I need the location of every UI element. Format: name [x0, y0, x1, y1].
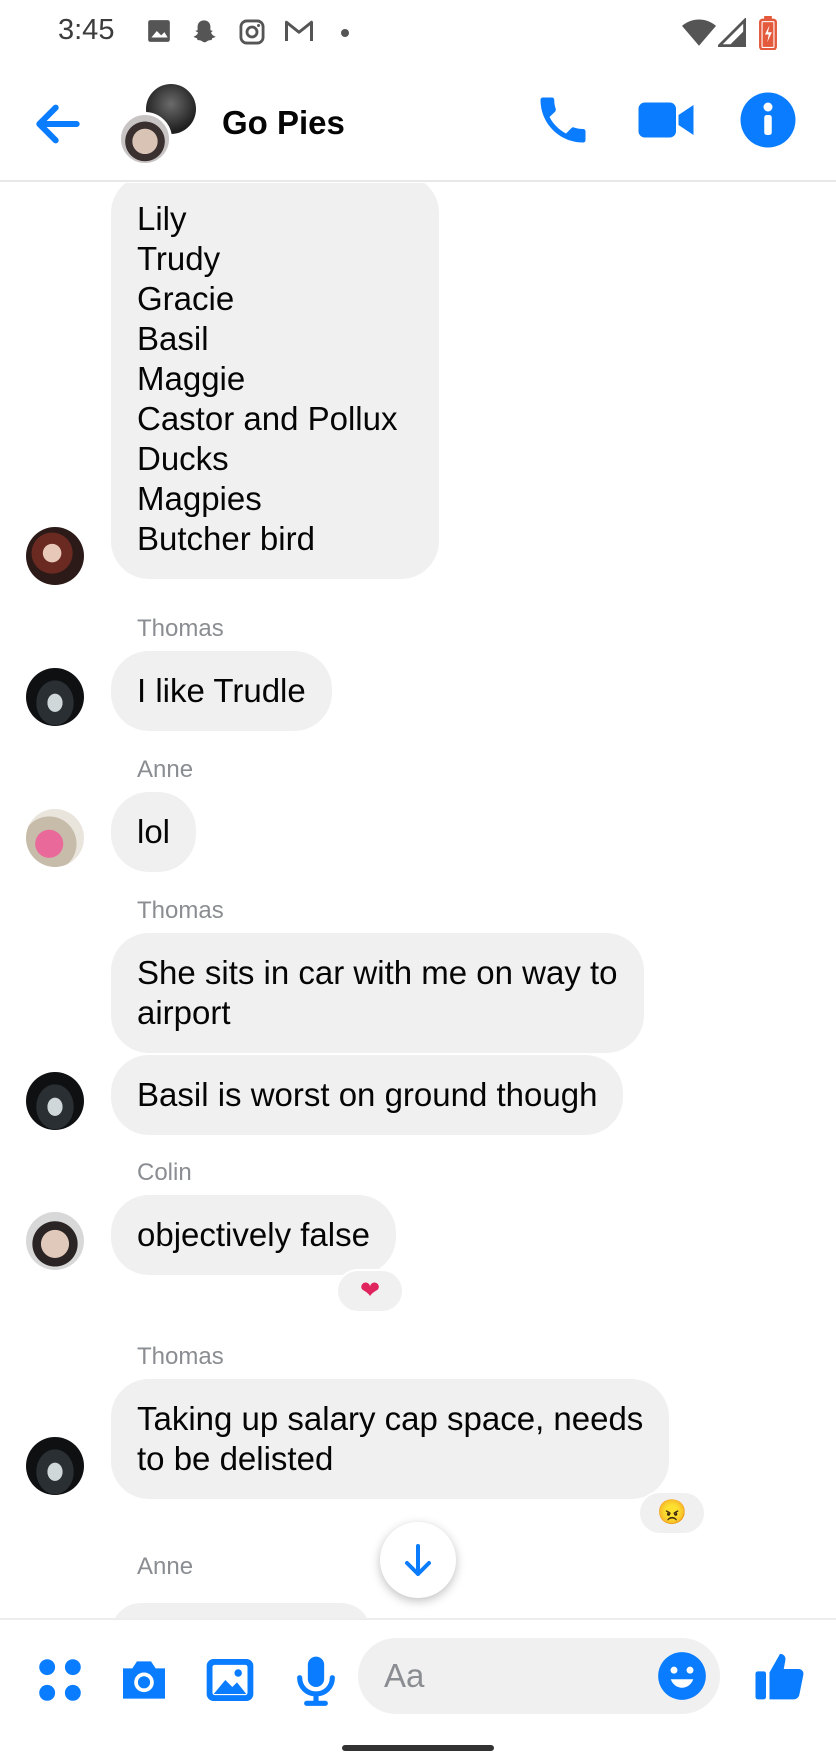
back-arrow-icon[interactable] — [30, 96, 86, 152]
arrow-down-icon — [405, 1544, 431, 1576]
gallery-icon[interactable] — [202, 1652, 258, 1708]
message-bubble[interactable]: lol — [111, 792, 197, 872]
status-time: 3:45 — [58, 14, 115, 46]
message-bubble[interactable] — [111, 1603, 371, 1619]
message-bubble[interactable]: Basil is worst on ground though — [111, 1055, 624, 1135]
cellular-icon — [718, 18, 746, 47]
camera-icon[interactable] — [116, 1652, 172, 1708]
message-bubble[interactable]: objectively false — [111, 1195, 396, 1275]
sender-avatar[interactable] — [26, 1437, 84, 1495]
info-icon[interactable] — [738, 90, 798, 150]
battery-icon — [759, 16, 777, 50]
sender-avatar[interactable] — [26, 1212, 84, 1270]
emoji-icon[interactable] — [656, 1650, 708, 1702]
conversation-header: Go Pies — [0, 68, 836, 182]
sender-name: Thomas — [137, 1343, 224, 1370]
wifi-icon — [682, 19, 716, 46]
snapchat-icon — [193, 20, 216, 43]
group-avatar[interactable] — [118, 84, 198, 166]
home-indicator[interactable] — [342, 1745, 494, 1751]
video-icon[interactable] — [636, 90, 696, 150]
sender-name: Anne — [137, 1553, 194, 1580]
microphone-icon[interactable] — [288, 1652, 344, 1708]
angry-reaction[interactable]: 😠 — [638, 1491, 706, 1535]
sender-avatar[interactable] — [26, 527, 84, 585]
scroll-to-bottom-button[interactable] — [380, 1522, 456, 1598]
chat-title[interactable]: Go Pies — [222, 104, 345, 142]
message-bubble[interactable]: Lily Trudy Gracie Basil Maggie Castor an… — [111, 183, 439, 579]
sender-name: Colin — [137, 1159, 192, 1186]
message-bubble[interactable]: I like Trudle — [111, 651, 332, 731]
sender-name: Thomas — [137, 615, 224, 642]
menu-dots-icon[interactable] — [32, 1652, 88, 1708]
sender-name: Thomas — [137, 897, 224, 924]
gmail-icon — [285, 20, 313, 41]
heart-reaction[interactable]: ❤ — [336, 1269, 404, 1313]
sender-avatar[interactable] — [26, 809, 84, 867]
group-avatar-front — [118, 112, 172, 166]
instagram-icon — [239, 19, 265, 45]
status-bar: 3:45 — [0, 0, 836, 68]
dot-icon — [341, 29, 349, 37]
sender-avatar[interactable] — [26, 1072, 84, 1130]
message-list[interactable]: Lily Trudy Gracie Basil Maggie Castor an… — [0, 183, 836, 1619]
phone-icon[interactable] — [533, 90, 593, 150]
message-bubble[interactable]: She sits in car with me on way to airpor… — [111, 933, 644, 1053]
image-icon — [148, 20, 170, 42]
sender-avatar[interactable] — [26, 668, 84, 726]
message-composer — [0, 1618, 836, 1764]
message-bubble[interactable]: Taking up salary cap space, needs to be … — [111, 1379, 670, 1499]
sender-name: Anne — [137, 756, 194, 783]
thumbs-up-icon[interactable] — [752, 1648, 808, 1704]
